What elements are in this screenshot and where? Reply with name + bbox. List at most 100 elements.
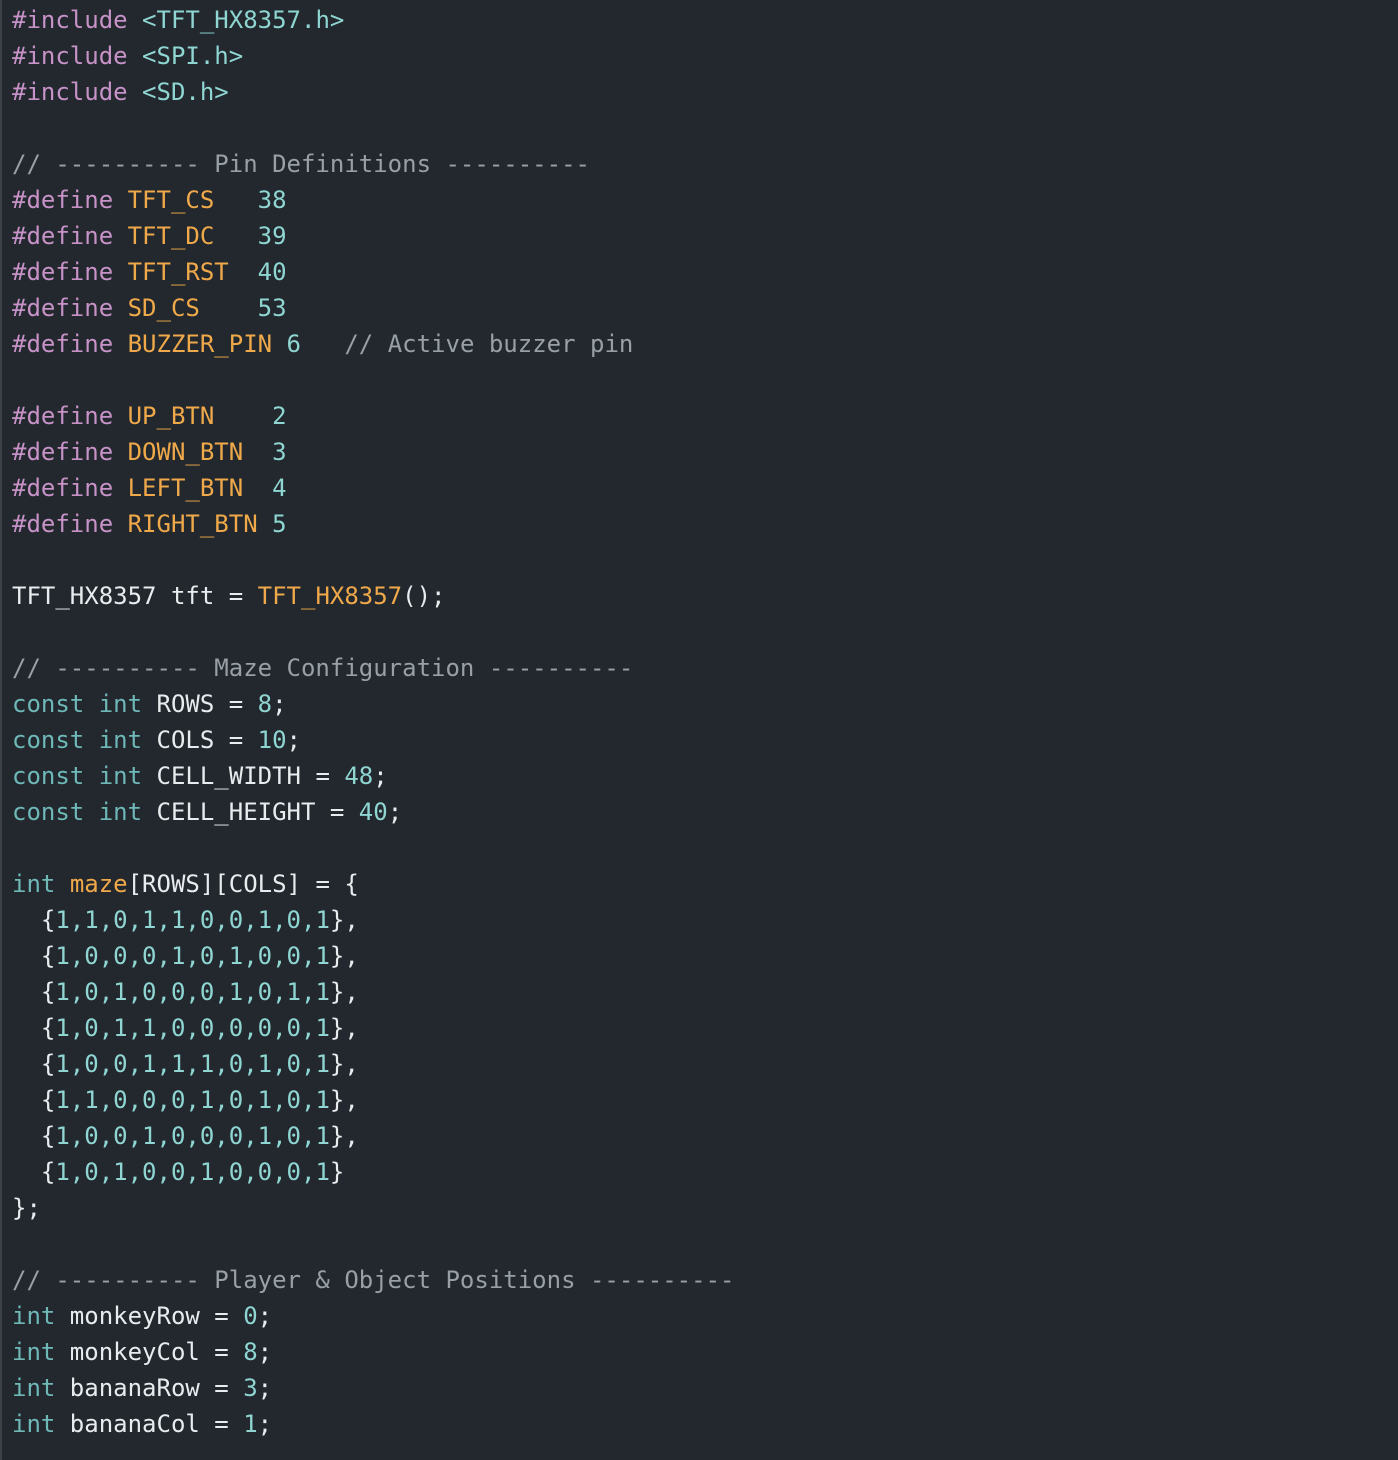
- code-line[interactable]: int maze[ROWS][COLS] = {: [12, 866, 734, 902]
- code-line[interactable]: [12, 110, 734, 146]
- code-line[interactable]: #include <SD.h>: [12, 74, 734, 110]
- code-line[interactable]: {1,0,0,0,1,0,1,0,0,1},: [12, 938, 734, 974]
- code-line[interactable]: const int ROWS = 8;: [12, 686, 734, 722]
- number-token: 5: [272, 510, 287, 538]
- code-line[interactable]: {1,1,0,1,1,0,0,1,0,1},: [12, 902, 734, 938]
- code-line[interactable]: [12, 542, 734, 578]
- code-line[interactable]: };: [12, 1190, 734, 1226]
- code-line[interactable]: const int COLS = 10;: [12, 722, 734, 758]
- code-line[interactable]: {1,0,1,0,0,1,0,0,0,1}: [12, 1154, 734, 1190]
- code-area[interactable]: #include <TFT_HX8357.h> #include <SPI.h> #…: [12, 2, 734, 1442]
- number-token: 3: [272, 438, 287, 466]
- code-text: ROWS =: [142, 690, 258, 718]
- code-text: COLS =: [142, 726, 258, 754]
- code-line[interactable]: // ---------- Pin Definitions ----------: [12, 146, 734, 182]
- code-text: [ROWS][COLS] = {: [127, 870, 359, 898]
- number-token: 40: [257, 258, 287, 286]
- code-text: TFT_HX8357 tft =: [12, 582, 258, 610]
- type-token: int: [12, 1410, 56, 1438]
- code-text: {: [12, 1050, 56, 1078]
- code-text: monkeyCol =: [55, 1338, 244, 1366]
- number-token: 10: [257, 726, 287, 754]
- code-line[interactable]: {1,0,0,1,1,1,0,1,0,1},: [12, 1046, 734, 1082]
- code-text: },: [329, 942, 359, 970]
- code-editor[interactable]: #include <TFT_HX8357.h> #include <SPI.h> #…: [0, 0, 1398, 1460]
- code-line[interactable]: #define LEFT_BTN 4: [12, 470, 734, 506]
- code-text: ;: [257, 1374, 273, 1402]
- preprocessor-token: #define: [12, 438, 128, 466]
- code-line[interactable]: // ---------- Player & Object Positions …: [12, 1262, 734, 1298]
- number-token: 6: [286, 330, 301, 358]
- code-text: monkeyRow =: [55, 1302, 244, 1330]
- number-token: 3: [243, 1374, 258, 1402]
- code-line[interactable]: // ---------- Maze Configuration -------…: [12, 650, 734, 686]
- code-line[interactable]: #include <SPI.h>: [12, 38, 734, 74]
- code-line[interactable]: int bananaRow = 3;: [12, 1370, 734, 1406]
- code-line[interactable]: #define TFT_CS 38: [12, 182, 734, 218]
- code-line[interactable]: {1,1,0,0,0,1,0,1,0,1},: [12, 1082, 734, 1118]
- number-token: 4: [272, 474, 287, 502]
- code-text: }: [329, 1158, 345, 1186]
- code-line[interactable]: TFT_HX8357 tft = TFT_HX8357();: [12, 578, 734, 614]
- identifier-token: TFT_HX8357: [257, 582, 403, 610]
- code-line[interactable]: int monkeyCol = 8;: [12, 1334, 734, 1370]
- macro-token: DOWN_BTN: [127, 438, 244, 466]
- code-line[interactable]: {1,0,1,1,0,0,0,0,0,1},: [12, 1010, 734, 1046]
- code-line[interactable]: #include <TFT_HX8357.h>: [12, 2, 734, 38]
- preprocessor-token: #define: [12, 258, 128, 286]
- preprocessor-token: #define: [12, 330, 128, 358]
- code-line[interactable]: #define DOWN_BTN 3: [12, 434, 734, 470]
- number-token: 8: [243, 1338, 258, 1366]
- code-line[interactable]: #define TFT_RST 40: [12, 254, 734, 290]
- code-text: CELL_HEIGHT =: [142, 798, 359, 826]
- code-line[interactable]: [12, 830, 734, 866]
- code-line[interactable]: #define RIGHT_BTN 5: [12, 506, 734, 542]
- preprocessor-token: #include: [12, 42, 143, 70]
- code-line[interactable]: #define BUZZER_PIN 6 // Active buzzer pi…: [12, 326, 734, 362]
- number-token: 8: [257, 690, 273, 718]
- code-text: {: [12, 942, 56, 970]
- code-line[interactable]: int monkeyRow = 0;: [12, 1298, 734, 1334]
- comment-token: // ---------- Player & Object Positions …: [12, 1266, 735, 1294]
- code-line[interactable]: {1,0,1,0,0,0,1,0,1,1},: [12, 974, 734, 1010]
- code-text: bananaCol =: [55, 1410, 244, 1438]
- header-token: <SPI.h>: [142, 42, 244, 70]
- code-line[interactable]: int bananaCol = 1;: [12, 1406, 734, 1442]
- number-token: 1,0,1,0,0,0,1,0,1,1: [55, 978, 330, 1006]
- number-token: 0: [243, 1302, 258, 1330]
- code-line[interactable]: [12, 1226, 734, 1262]
- type-token: const int: [12, 798, 143, 826]
- type-token: int: [12, 1374, 56, 1402]
- code-line[interactable]: #define SD_CS 53: [12, 290, 734, 326]
- code-line[interactable]: [12, 362, 734, 398]
- preprocessor-token: #define: [12, 510, 128, 538]
- preprocessor-token: #include: [12, 6, 143, 34]
- code-line[interactable]: [12, 614, 734, 650]
- code-line[interactable]: const int CELL_HEIGHT = 40;: [12, 794, 734, 830]
- code-text: },: [329, 906, 359, 934]
- code-text: {: [12, 906, 56, 934]
- number-token: 39: [257, 222, 287, 250]
- number-token: 1,0,0,0,1,0,1,0,0,1: [55, 942, 330, 970]
- code-line[interactable]: {1,0,0,1,0,0,0,1,0,1},: [12, 1118, 734, 1154]
- code-line[interactable]: #define UP_BTN 2: [12, 398, 734, 434]
- preprocessor-token: #include: [12, 78, 143, 106]
- number-token: 1,0,0,1,1,1,0,1,0,1: [55, 1050, 330, 1078]
- number-token: 1: [243, 1410, 258, 1438]
- code-text: },: [329, 978, 359, 1006]
- code-line[interactable]: #define TFT_DC 39: [12, 218, 734, 254]
- type-token: int: [12, 1302, 56, 1330]
- macro-token: TFT_RST: [127, 258, 229, 286]
- preprocessor-token: #define: [12, 474, 128, 502]
- code-line[interactable]: const int CELL_WIDTH = 48;: [12, 758, 734, 794]
- macro-token: SD_CS: [127, 294, 200, 322]
